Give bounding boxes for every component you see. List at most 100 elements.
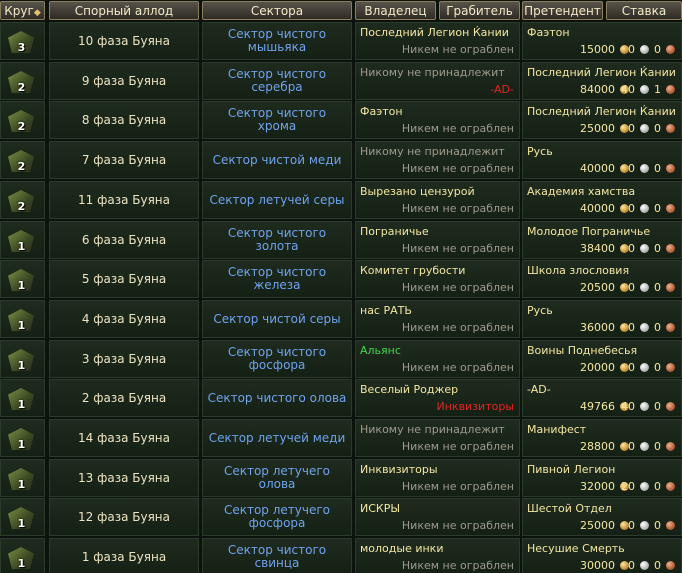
sector-link[interactable]: Сектор летучей меди <box>209 431 346 445</box>
claimant-name: Несушие Смерть <box>527 542 625 555</box>
copper-coin-icon <box>666 283 675 292</box>
allod-name: 3 фаза Буяна <box>49 340 199 378</box>
sector-name[interactable]: Сектор чистого мышьяка <box>202 22 352 60</box>
column-header-sector[interactable]: Сектора <box>202 1 352 20</box>
table-row[interactable]: 1 12 фаза Буяна Сектор летучего фосфора ИСК… <box>0 498 682 536</box>
bid-gold-value: 30000 <box>580 559 615 572</box>
silver-coin-icon <box>640 244 649 253</box>
bid-amount: 84000 40 1 <box>523 83 678 97</box>
sector-name[interactable]: Сектор летучего фосфора <box>202 498 352 536</box>
table-row[interactable]: 3 10 фаза Буяна Сектор чистого мышьяка Посл… <box>0 22 682 60</box>
allod-island-icon: 1 <box>5 303 38 336</box>
round-number: 1 <box>17 478 26 491</box>
bid-copper-value: 0 <box>654 43 661 56</box>
sector-name[interactable]: Сектор летучей серы <box>202 181 352 219</box>
robber-name: Никем не ограблен <box>401 480 514 493</box>
table-row[interactable]: 1 4 фаза Буяна Сектор чистой серы нас РАТЬ Н… <box>0 300 682 338</box>
bid-silver-value: 0 <box>628 122 635 135</box>
bid-silver-value: 40 <box>621 400 635 413</box>
sector-link[interactable]: Сектор чистого серебра <box>207 68 347 94</box>
owner-name: Никому не принадлежит <box>360 66 505 79</box>
table-row[interactable]: 2 7 фаза Буяна Сектор чистой меди Никому не… <box>0 141 682 179</box>
sector-link[interactable]: Сектор чистого железа <box>207 266 347 292</box>
claimant-name: Пивной Легион <box>527 463 616 476</box>
sector-name[interactable]: Сектор чистой меди <box>202 141 352 179</box>
owner-name: Пограничье <box>360 225 429 238</box>
round-number: 2 <box>17 200 26 213</box>
allod-island-icon: 1 <box>5 501 38 534</box>
table-row[interactable]: 1 3 фаза Буяна Сектор чистого фосфора Альян… <box>0 340 682 378</box>
copper-coin-icon <box>666 204 675 213</box>
bid-silver-value: 40 <box>621 83 635 96</box>
sector-link[interactable]: Сектор чистого свинца <box>207 544 347 570</box>
round-cell: 2 <box>0 101 45 139</box>
sector-name[interactable]: Сектор чистого золота <box>202 221 352 259</box>
claimant-name: Русь <box>527 304 553 317</box>
sector-name[interactable]: Сектор чистого серебра <box>202 62 352 100</box>
sector-link[interactable]: Сектор чистого мышьяка <box>207 28 347 54</box>
allod-island-icon: 2 <box>5 104 38 137</box>
bid-amount: 30000 0 0 <box>523 559 678 573</box>
table-row[interactable]: 1 13 фаза Буяна Сектор летучего олова Инкви… <box>0 459 682 497</box>
robber-name: Никем не ограблен <box>401 321 514 334</box>
table-row[interactable]: 2 9 фаза Буяна Сектор чистого серебра Ником… <box>0 62 682 100</box>
bid-copper-value: 0 <box>654 559 661 572</box>
bid-gold-value: 49766 <box>580 400 615 413</box>
claimant-name: Последний Легион Ќании <box>527 105 676 118</box>
column-header-round[interactable]: Круг◆ <box>0 1 45 20</box>
bid-silver-value: 0 <box>628 202 635 215</box>
sector-link[interactable]: Сектор чистого золота <box>207 227 347 253</box>
bid-gold-value: 25000 <box>580 122 615 135</box>
bid-amount: 20500 0 0 <box>523 281 678 295</box>
table-row[interactable]: 2 11 фаза Буяна Сектор летучей серы Вырезан… <box>0 181 682 219</box>
allod-name: 12 фаза Буяна <box>49 498 199 536</box>
bid-gold-value: 20000 <box>580 361 615 374</box>
sector-name[interactable]: Сектор чистого олова <box>202 379 352 417</box>
sector-name[interactable]: Сектор чистого фосфора <box>202 340 352 378</box>
sector-link[interactable]: Сектор чистой серы <box>213 312 340 326</box>
round-number: 1 <box>17 438 26 451</box>
round-cell: 2 <box>0 141 45 179</box>
table-row[interactable]: 1 2 фаза Буяна Сектор чистого олова Веселый… <box>0 379 682 417</box>
sector-name[interactable]: Сектор чистого свинца <box>202 538 352 573</box>
column-header-allod[interactable]: Спорный аллод <box>49 1 199 20</box>
claimant-name: Русь <box>527 145 553 158</box>
sector-link[interactable]: Сектор летучей серы <box>209 193 344 207</box>
round-cell: 1 <box>0 221 45 259</box>
bid-copper-value: 0 <box>654 242 661 255</box>
silver-coin-icon <box>640 164 649 173</box>
sector-link[interactable]: Сектор летучего фосфора <box>207 504 347 530</box>
column-header-claimant[interactable]: Претендент <box>522 1 603 20</box>
bid-copper-value: 0 <box>654 162 661 175</box>
claimant-cell: Школа злословия 20500 0 0 <box>522 260 682 298</box>
copper-coin-icon <box>666 402 675 411</box>
silver-coin-icon <box>640 204 649 213</box>
table-row[interactable]: 2 8 фаза Буяна Сектор чистого хрома Фаэтон Н… <box>0 101 682 139</box>
column-header-robber[interactable]: Грабитель <box>439 1 520 20</box>
table-row[interactable]: 1 6 фаза Буяна Сектор чистого золота Погран… <box>0 221 682 259</box>
sector-link[interactable]: Сектор чистого хрома <box>207 107 347 133</box>
column-header-owner[interactable]: Владелец <box>355 1 436 20</box>
sector-link[interactable]: Сектор чистого фосфора <box>207 346 347 372</box>
sector-name[interactable]: Сектор чистого хрома <box>202 101 352 139</box>
sector-name[interactable]: Сектор чистого железа <box>202 260 352 298</box>
claimant-cell: Пивной Легион 32000 20 0 <box>522 459 682 497</box>
sector-link[interactable]: Сектор чистой меди <box>213 153 342 167</box>
allod-island-icon: 3 <box>5 25 38 58</box>
allod-name: 7 фаза Буяна <box>49 141 199 179</box>
robber-name: Никем не ограблен <box>401 519 514 532</box>
bid-amount: 36000 0 0 <box>523 321 678 335</box>
table-row[interactable]: 1 1 фаза Буяна Сектор чистого свинца молоды… <box>0 538 682 573</box>
sector-name[interactable]: Сектор летучей меди <box>202 419 352 457</box>
bid-amount: 25000 0 0 <box>523 519 678 533</box>
table-row[interactable]: 1 14 фаза Буяна Сектор летучей меди Никому … <box>0 419 682 457</box>
sector-name[interactable]: Сектор летучего олова <box>202 459 352 497</box>
table-row[interactable]: 1 5 фаза Буяна Сектор чистого железа Комите… <box>0 260 682 298</box>
round-number: 1 <box>17 359 26 372</box>
sector-name[interactable]: Сектор чистой серы <box>202 300 352 338</box>
sector-link[interactable]: Сектор чистого олова <box>208 391 347 405</box>
owner-name: Инквизиторы <box>360 463 438 476</box>
round-number: 1 <box>17 517 26 530</box>
sector-link[interactable]: Сектор летучего олова <box>207 465 347 491</box>
column-header-bid[interactable]: Ставка <box>606 1 682 20</box>
